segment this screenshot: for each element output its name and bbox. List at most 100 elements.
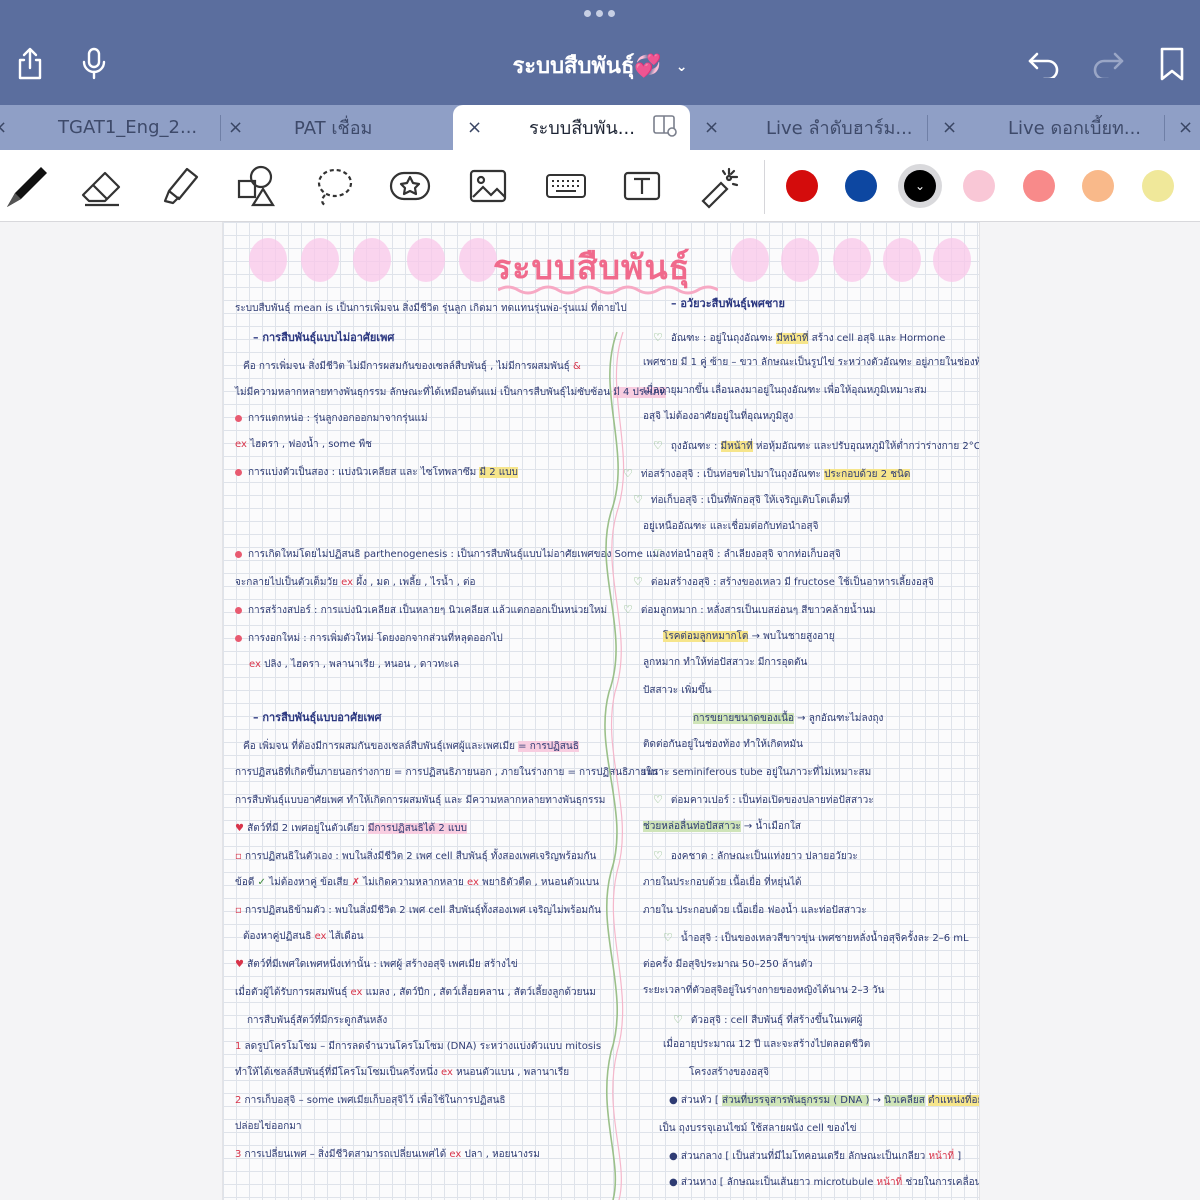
note-line: อยู่เหนืออัณฑะ และเชื่อมต่อกับท่อนำอสุจิ xyxy=(643,521,819,532)
eraser-icon[interactable] xyxy=(74,158,130,214)
note-line: คือ การเพิ่มจน สิ่งมีชีวิต ไม่มีการผสมกั… xyxy=(243,361,581,372)
note-line: ปล่อยไข่ออกมา xyxy=(235,1121,302,1132)
close-icon[interactable]: × xyxy=(704,117,719,138)
color-swatch-peach[interactable] xyxy=(1082,170,1114,202)
note-line: ระยะเวลาที่ตัวอสุจิอยู่ในร่างกายของหญิงไ… xyxy=(643,985,885,996)
note-line: 2 การเก็บอสุจิ – some เพศเมียเก็บอสุจิไว… xyxy=(235,1095,506,1106)
highlighter-icon[interactable] xyxy=(152,158,208,214)
color-swatch-yellow[interactable] xyxy=(1142,170,1174,202)
note-line: การสร้างสปอร์ : การแบ่งนิวเคลียส เป็นหลา… xyxy=(235,606,607,616)
toolbar-divider xyxy=(764,160,765,214)
decorative-blob xyxy=(353,238,391,282)
note-line: ทำให้ได้เซลล์สืบพันธุ์ที่มีโครโมโซมเป็นค… xyxy=(235,1067,570,1078)
note-line: โรคต่อมลูกหมากโต → พบในชายสูงอายุ xyxy=(663,631,835,642)
note-line: ข้อดี ✓ ไม่ต้องหาคู่ ข้อเสีย ✗ ไม่เกิดคว… xyxy=(235,877,599,888)
note-line: เพศชาย มี 1 คู่ ซ้าย – ขวา ลักษณะเป็นรูป… xyxy=(643,357,980,368)
note-line: ช่วยหล่อลื่นท่อปัสสาวะ → น้ำเมือกใส xyxy=(643,821,801,832)
tab-pat[interactable]: × PAT เชื่อม xyxy=(220,105,452,150)
note-line: การแตกหน่อ : รุ่นลูกงอกออกมาจากรุ่นแม่ xyxy=(235,414,428,424)
note-line: ▫ การปฏิสนธิในตัวเอง : พบในสิ่งมีชีวิต 2… xyxy=(235,851,597,862)
right-item: ♡ ถุงอัณฑะ : มีหน้าที่ ห่อหุ้มอัณฑะ และปร… xyxy=(653,439,980,452)
note-line: การแบ่งตัวเป็นสอง : แบ่งนิวเคลียส และ ไซ… xyxy=(235,467,518,478)
drawing-toolbar xyxy=(0,150,1200,222)
note-line: เมื่อตัวผู้ได้รับการผสมพันธุ์ ex แมลง , … xyxy=(235,987,596,998)
color-swatch-blue[interactable] xyxy=(845,170,877,202)
document-title-button[interactable]: ระบบสืบพันธุ์💞 ⌄ xyxy=(0,48,1200,83)
redo-icon[interactable] xyxy=(1088,44,1128,84)
shapes-icon[interactable] xyxy=(228,158,284,214)
note-line: ต่อครั้ง มีอสุจิประมาณ 50–250 ล้านตัว xyxy=(643,959,813,970)
tab-label: ระบบสืบพัน... xyxy=(529,118,635,139)
color-swatch-salmon[interactable] xyxy=(1023,170,1055,202)
tab-overflow[interactable]: × xyxy=(1166,105,1200,150)
note-line: การงอกใหม่ : การเพิ่มตัวใหม่ โดยงอกจากส่… xyxy=(235,634,503,644)
laser-pointer-icon[interactable] xyxy=(690,158,746,214)
tab-live-harmonic[interactable]: × Live ลำดับฮาร์ม... xyxy=(692,105,926,150)
sticker-icon[interactable] xyxy=(382,158,438,214)
note-line: การสืบพันธุ์สัตว์ที่มีกระดูกสันหลัง xyxy=(247,1015,388,1026)
section-sexual-heading: – การสืบพันธุ์แบบอาศัยเพศ xyxy=(253,711,382,724)
color-swatch-red[interactable] xyxy=(786,170,818,202)
decorative-blob xyxy=(407,238,445,282)
text-box-icon[interactable] xyxy=(614,158,670,214)
lasso-icon[interactable] xyxy=(306,158,362,214)
decorative-blob xyxy=(933,238,971,282)
close-icon[interactable]: × xyxy=(467,117,482,138)
tab-label: Live ลำดับฮาร์ม... xyxy=(766,118,913,139)
right-item: ♡ ท่อสร้างอสุจิ : เป็นท่อขดไปมาในถุงอัณฑะ… xyxy=(623,467,911,480)
note-line: ● ส่วนหาง [ ลักษณะเป็นเส้นยาว microtubul… xyxy=(669,1177,980,1188)
document-title: ระบบสืบพันธุ์💞 xyxy=(512,54,662,79)
right-item: ♡ ตัวอสุจิ : cell สืบพันธุ์ ที่สร้างขึ้นใ… xyxy=(673,1013,863,1026)
split-view-icon[interactable] xyxy=(653,115,677,142)
note-line: ♥ สัตว์ที่มีเพศใดเพศหนึ่งเท่านั้น : เพศผ… xyxy=(235,959,518,970)
keyboard-icon[interactable] xyxy=(538,158,594,214)
chevron-down-icon: ⌄ xyxy=(675,59,688,75)
tab-bar: × TGAT1_Eng_2... × PAT เชื่อม × ระบบสืบพ… xyxy=(0,105,1200,150)
right-item: ♡ น้ำอสุจิ : เป็นของเหลวสีขาวขุ่น เพศชายห… xyxy=(663,931,969,944)
tab-live-interest[interactable]: × Live ดอกเบี้ยท... xyxy=(928,105,1164,150)
right-item: ♡ ต่อมลูกหมาก : หลั่งสารเป็นเบสอ่อนๆ สีขา… xyxy=(623,603,876,616)
pen-tool-icon[interactable] xyxy=(0,158,56,214)
close-icon[interactable]: × xyxy=(228,117,243,138)
column-divider-vine xyxy=(604,332,625,1200)
note-page-canvas[interactable]: ระบบสืบพันธุ์ ระบบสืบพันธุ์ mean is เป็น… xyxy=(222,222,980,1200)
note-line: อสุจิ ไม่ต้องอาศัยอยู่ในที่อุณหภูมิสูง xyxy=(643,411,794,422)
right-item: ♡ ท่อเก็บอสุจิ : เป็นที่พักอสุจิ ให้เจริญ… xyxy=(633,493,850,506)
note-line: การขยายขนาดของเนื้อ → ลูกอัณฑะไม่ลงถุง xyxy=(693,713,884,724)
note-line: ♥ สัตว์ที่มี 2 เพศอยู่ในตัวเดียว มีการปฏ… xyxy=(235,823,468,834)
right-item: ♡ ท่อนำอสุจิ : ลำเลียงอสุจิ จากท่อเก็บอสุ… xyxy=(653,547,841,560)
right-item: ♡ ต่อมสร้างอสุจิ : สร้างของเหลว มี fructo… xyxy=(633,575,934,588)
close-icon[interactable]: × xyxy=(942,117,957,138)
decorative-blob xyxy=(301,238,339,282)
note-line: ● ส่วนกลาง [ เป็นส่วนที่มีไมโทคอนเดรีย ล… xyxy=(669,1151,962,1162)
bookmark-icon[interactable] xyxy=(1152,44,1192,84)
right-item: ♡ อัณฑะ : อยู่ในถุงอัณฑะ มีหน้าที่ สร้าง … xyxy=(653,331,946,344)
note-line: ติดต่อกันอยู่ในช่องท้อง ทำให้เกิดหมัน xyxy=(643,739,803,750)
right-item: ♡ ต่อมคาวเปอร์ : เป็นท่อเปิดของปลายท่อปัส… xyxy=(653,793,874,806)
multitasking-dots-icon[interactable] xyxy=(584,10,615,17)
section-asexual-heading: – การสืบพันธุ์แบบไม่อาศัยเพศ xyxy=(253,331,395,344)
color-swatch-black-selected[interactable]: ⌄ xyxy=(898,164,942,208)
note-line: โครงสร้างของอสุจิ xyxy=(689,1067,769,1078)
decorative-blob xyxy=(883,238,921,282)
tab-label: PAT เชื่อม xyxy=(294,118,373,139)
decorative-blob xyxy=(731,238,769,282)
decorative-blob xyxy=(781,238,819,282)
note-line: คือ เพิ่มจน ที่ต้องมีการผสมกันของเซลล์สื… xyxy=(243,741,579,752)
image-icon[interactable] xyxy=(460,158,516,214)
note-line: ex ปลิง , ไฮดรา , พลานาเรีย , หนอน , ดาว… xyxy=(249,659,460,670)
title-underline-wave xyxy=(498,285,718,295)
note-line: ลูกหมาก ทำให้ท่อปัสสาวะ มีการอุดตัน xyxy=(643,657,808,668)
decorative-blob xyxy=(833,238,871,282)
note-line: 3 การเปลี่ยนเพศ – สิ่งมีชีวิตสามารถเปลี่… xyxy=(235,1149,540,1160)
note-line: เมื่ออายุประมาณ 12 ปี และจะสร้างไปตลอดชี… xyxy=(663,1039,871,1050)
tab-reproductive-system[interactable]: × ระบบสืบพัน... xyxy=(453,105,690,150)
undo-icon[interactable] xyxy=(1024,44,1064,84)
note-line: ภายในประกอบด้วย เนื้อเยื่อ ที่หยุ่นได้ xyxy=(643,877,802,888)
color-swatch-pink[interactable] xyxy=(963,170,995,202)
tab-tgat1[interactable]: TGAT1_Eng_2... xyxy=(0,105,220,150)
tab-label: TGAT1_Eng_2... xyxy=(58,117,198,138)
close-icon[interactable]: × xyxy=(1178,117,1193,138)
note-line: 1 ลดรูปโครโมโซม – มีการลดจำนวนโครโมโซม (… xyxy=(235,1041,602,1052)
note-line: ปัสสาวะ เพิ่มขึ้น xyxy=(643,685,712,696)
